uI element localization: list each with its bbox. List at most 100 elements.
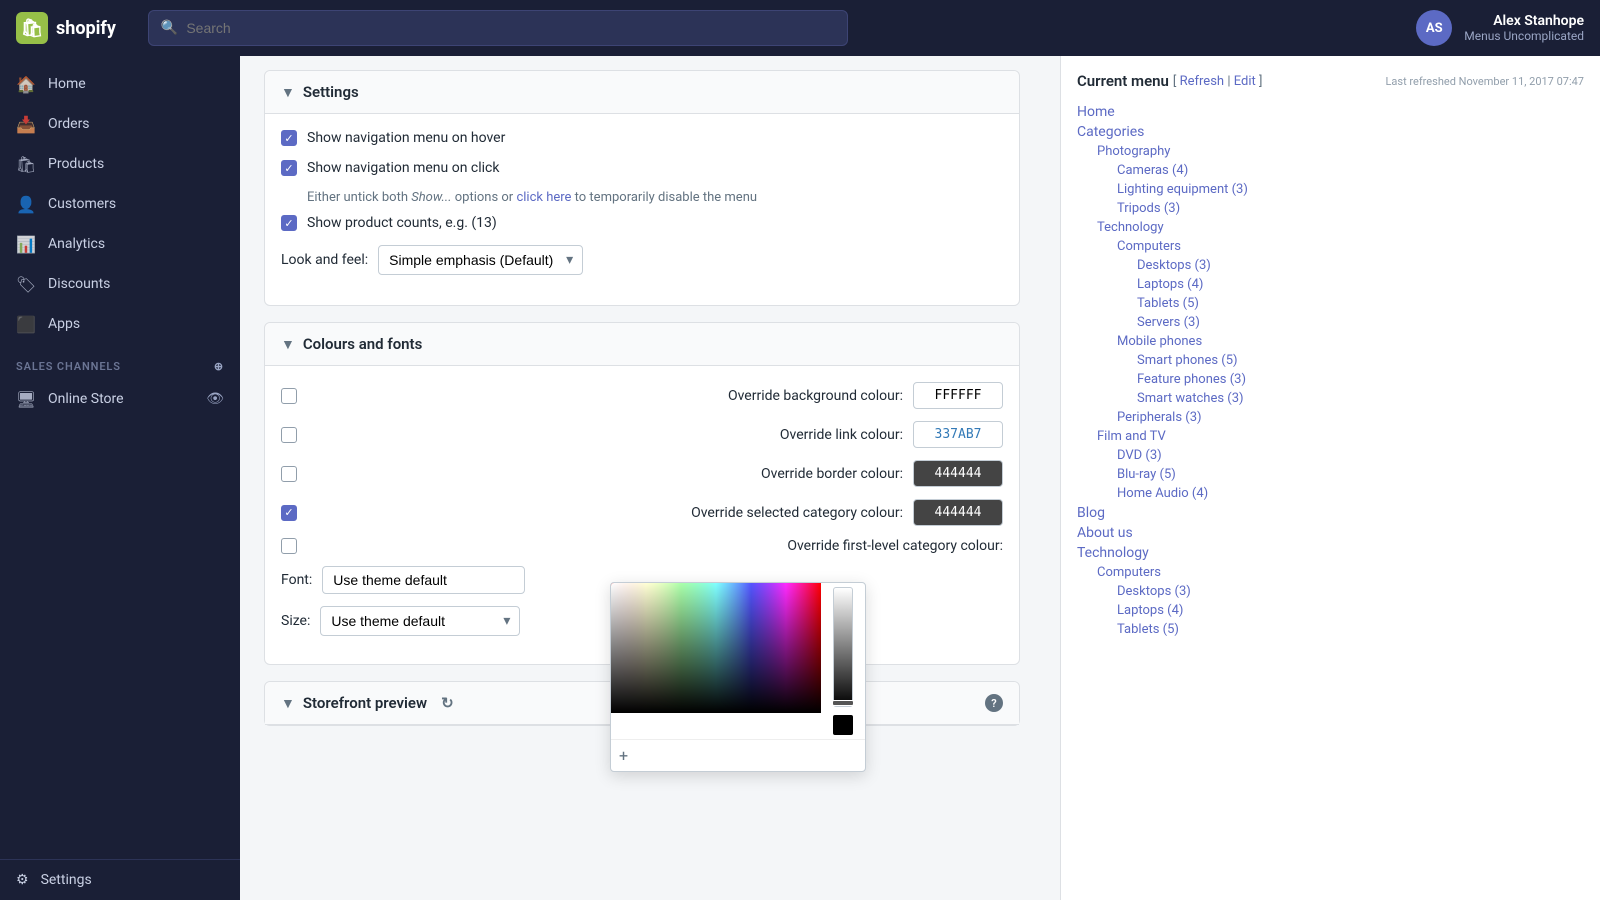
setting-label-click[interactable]: ✓ Show navigation menu on click <box>281 160 499 176</box>
menu-item[interactable]: Technology <box>1077 543 1584 563</box>
menu-item[interactable]: Photography <box>1097 142 1584 161</box>
menu-item[interactable]: Computers <box>1097 563 1584 582</box>
menu-item[interactable]: Lighting equipment (3) <box>1117 180 1584 199</box>
color-label-link[interactable] <box>281 427 770 443</box>
color-label-first-level[interactable] <box>281 538 777 554</box>
menu-item[interactable]: Mobile phones <box>1117 332 1584 351</box>
sidebar-item-discounts[interactable]: 🏷 Discounts <box>0 264 240 304</box>
refresh-storefront-icon[interactable]: ↻ <box>441 694 454 712</box>
sidebar-item-analytics[interactable]: 📊 Analytics <box>0 224 240 264</box>
setting-label-counts[interactable]: ✓ Show product counts, e.g. (13) <box>281 215 497 231</box>
menu-item[interactable]: Feature phones (3) <box>1137 370 1584 389</box>
colors-panel-title: Colours and fonts <box>303 335 422 353</box>
color-label-selected[interactable]: ✓ <box>281 505 681 521</box>
menu-item[interactable]: Home Audio (4) <box>1117 484 1584 503</box>
sidebar-item-orders[interactable]: 📥 Orders <box>0 104 240 144</box>
menu-item[interactable]: Desktops (3) <box>1117 582 1584 601</box>
menu-item[interactable]: Technology <box>1097 218 1584 237</box>
color-swatch-selected[interactable]: 444444 <box>913 499 1003 526</box>
look-feel-select-wrapper: Simple emphasis (Default) <box>378 245 583 275</box>
font-label: Font: <box>281 572 312 588</box>
search-input[interactable] <box>186 20 835 36</box>
menu-item[interactable]: About us <box>1077 523 1584 543</box>
menu-item[interactable]: Laptops (4) <box>1137 275 1584 294</box>
size-label: Size: <box>281 613 310 629</box>
color-row-selected: ✓ Override selected category colour: 444… <box>281 499 1003 526</box>
checkbox-bg[interactable] <box>281 388 297 404</box>
colors-panel-header: ▼ Colours and fonts <box>265 323 1019 366</box>
color-picker-footer: + <box>611 739 865 771</box>
add-sales-channel-icon[interactable]: ⊕ <box>214 360 224 373</box>
menu-item[interactable]: Blu-ray (5) <box>1117 465 1584 484</box>
eye-icon[interactable]: 👁 <box>206 391 224 407</box>
brightness-thumb[interactable] <box>832 700 854 706</box>
customers-icon: 👤 <box>16 194 36 214</box>
color-label-border[interactable] <box>281 466 751 482</box>
menu-item[interactable]: Categories <box>1077 122 1584 142</box>
menu-item[interactable]: Blog <box>1077 503 1584 523</box>
menu-item[interactable]: Smart watches (3) <box>1137 389 1584 408</box>
setting-label-hover[interactable]: ✓ Show navigation menu on hover <box>281 130 505 146</box>
sidebar-item-products[interactable]: 🛍 Products <box>0 144 240 184</box>
settings-panel-header: ▼ Settings <box>265 71 1019 114</box>
checkbox-first-level[interactable] <box>281 538 297 554</box>
color-swatch-border[interactable]: 444444 <box>913 460 1003 487</box>
menu-item[interactable]: Tablets (5) <box>1137 294 1584 313</box>
checkbox-hover[interactable]: ✓ <box>281 130 297 146</box>
color-swatch-bg[interactable]: FFFFFF <box>913 382 1003 409</box>
add-color-icon[interactable]: + <box>619 746 628 765</box>
color-text-bg: Override background colour: <box>728 388 903 404</box>
sidebar-item-home[interactable]: 🏠 Home <box>0 64 240 104</box>
menu-item[interactable]: Home <box>1077 102 1584 122</box>
color-picker-gradient[interactable] <box>611 583 821 713</box>
click-here-link[interactable]: click here <box>516 190 571 205</box>
menu-item[interactable]: Film and TV <box>1097 427 1584 446</box>
checkbox-counts[interactable]: ✓ <box>281 215 297 231</box>
menu-item[interactable]: Servers (3) <box>1137 313 1584 332</box>
color-text-link: Override link colour: <box>780 427 903 443</box>
color-label-bg[interactable] <box>281 388 718 404</box>
menu-item[interactable]: DVD (3) <box>1117 446 1584 465</box>
brightness-slider[interactable] <box>833 587 853 707</box>
sidebar-item-label: Apps <box>48 316 80 332</box>
sidebar-item-label: Analytics <box>48 236 105 252</box>
sidebar-item-customers[interactable]: 👤 Customers <box>0 184 240 224</box>
colors-collapse-icon[interactable]: ▼ <box>281 336 295 353</box>
look-feel-select[interactable]: Simple emphasis (Default) <box>378 245 583 275</box>
menu-item[interactable]: Smart phones (5) <box>1137 351 1584 370</box>
last-refreshed-text: Last refreshed November 11, 2017 07:47 <box>1385 75 1584 88</box>
menu-item[interactable]: Cameras (4) <box>1117 161 1584 180</box>
orders-icon: 📥 <box>16 114 36 134</box>
font-input[interactable] <box>322 566 525 594</box>
storefront-collapse-icon[interactable]: ▼ <box>281 695 295 712</box>
sidebar-item-settings[interactable]: ⚙ Settings <box>0 859 240 900</box>
checkbox-click[interactable]: ✓ <box>281 160 297 176</box>
top-nav-right: AS Alex Stanhope Menus Uncomplicated <box>1416 10 1584 46</box>
setting-text-counts: Show product counts, e.g. (13) <box>307 215 497 231</box>
color-swatch-link[interactable]: 337AB7 <box>913 421 1003 448</box>
sidebar-item-online-store[interactable]: 🖥 Online Store 👁 <box>0 379 240 419</box>
menu-item[interactable]: Laptops (4) <box>1117 601 1584 620</box>
menu-item[interactable]: Computers <box>1117 237 1584 256</box>
menu-tree: HomeCategoriesPhotographyCameras (4)Ligh… <box>1077 102 1584 639</box>
menu-item[interactable]: Desktops (3) <box>1137 256 1584 275</box>
help-storefront-icon[interactable]: ? <box>985 694 1003 712</box>
setting-row-hover: ✓ Show navigation menu on hover <box>281 130 1003 146</box>
menu-item[interactable]: Peripherals (3) <box>1117 408 1584 427</box>
current-menu-panel: Current menu [ Refresh | Edit ] Last ref… <box>1060 56 1600 900</box>
color-row-link: Override link colour: 337AB7 <box>281 421 1003 448</box>
size-select[interactable]: Use theme default Small Medium Large <box>320 606 520 636</box>
menu-item[interactable]: Tablets (5) <box>1117 620 1584 639</box>
color-row-border: Override border colour: 444444 <box>281 460 1003 487</box>
size-select-wrapper: Use theme default Small Medium Large <box>320 606 520 636</box>
menu-item[interactable]: Tripods (3) <box>1117 199 1584 218</box>
refresh-menu-link[interactable]: Refresh <box>1180 74 1224 89</box>
checkbox-selected[interactable]: ✓ <box>281 505 297 521</box>
edit-menu-link[interactable]: Edit <box>1234 74 1256 89</box>
checkbox-border[interactable] <box>281 466 297 482</box>
shopify-logo[interactable]: 🛍 shopify <box>16 12 116 44</box>
search-bar[interactable]: 🔍 <box>148 10 848 46</box>
sidebar-item-apps[interactable]: ⬛ Apps <box>0 304 240 344</box>
settings-collapse-icon[interactable]: ▼ <box>281 84 295 101</box>
checkbox-link[interactable] <box>281 427 297 443</box>
